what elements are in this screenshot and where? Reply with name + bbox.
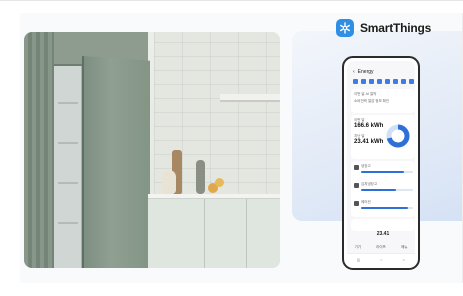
- screen-header: ‹ Energy: [347, 67, 415, 77]
- phone-mockup: ‹ Energy 이번 달 AI 절약 소비전력 절감 정보 확인 이번 달 1…: [342, 56, 420, 270]
- android-nav-bar: ||| ○ <: [347, 253, 415, 265]
- back-icon[interactable]: ‹: [353, 69, 355, 75]
- summary-card[interactable]: 이번 달 AI 절약 소비전력 절감 정보 확인: [351, 89, 415, 113]
- fridge-icon: [354, 165, 359, 170]
- fridge-shelf: [58, 182, 78, 184]
- usage-card[interactable]: 이번 달 166.6 kWh 지난 달 23.41 kWh: [351, 115, 415, 159]
- stat1-value: 166.6 kWh: [354, 123, 384, 129]
- tab-life[interactable]: 라이프: [376, 245, 386, 250]
- vase: [196, 160, 205, 194]
- fruit: [215, 178, 224, 187]
- fridge-shelf: [58, 102, 78, 104]
- range-hood: [220, 94, 280, 102]
- usage-donut: [386, 124, 410, 148]
- device-row-label: 냉장고: [361, 164, 371, 168]
- aircon-icon: [354, 201, 359, 206]
- recents-icon[interactable]: |||: [357, 257, 360, 262]
- fridge-shelf: [58, 142, 78, 144]
- fridge-door: [82, 56, 150, 268]
- footer-card: 23.41: [351, 219, 415, 237]
- phone-screen: ‹ Energy 이번 달 AI 절약 소비전력 절감 정보 확인 이번 달 1…: [347, 61, 415, 265]
- tab-devices[interactable]: 기기: [355, 245, 361, 250]
- device-row-label: 에어컨: [361, 200, 371, 204]
- home-icon[interactable]: ○: [380, 257, 382, 262]
- footer-value: 23.41: [376, 231, 390, 237]
- device-usage-bar: [361, 171, 404, 173]
- back-nav-icon[interactable]: <: [403, 257, 405, 262]
- tab-menu[interactable]: 메뉴: [401, 245, 407, 250]
- device-usage-card[interactable]: 냉장고 김치냉장고 에어컨: [351, 161, 415, 217]
- fridge-interior: [54, 66, 82, 268]
- device-tab-strip[interactable]: [353, 79, 414, 84]
- fridge-shelf: [58, 222, 78, 224]
- summary-label: 이번 달 AI 절약: [354, 92, 377, 96]
- kimchi-fridge-icon: [354, 183, 359, 188]
- lower-cabinet: [148, 199, 280, 268]
- kitchen-photo: [24, 32, 280, 268]
- stat2-value: 23.41 kWh: [354, 139, 384, 145]
- bottom-tabs: 기기 라이프 메뉴: [347, 242, 415, 252]
- screen-title: Energy: [357, 69, 374, 75]
- device-usage-bar: [361, 207, 408, 209]
- banner-frame: SmartThings ‹ Energy 이번 달 AI 절약 소비전력 절감 …: [0, 0, 463, 296]
- brand-name: SmartThings: [360, 21, 432, 35]
- smartthings-logo: SmartThings: [336, 19, 431, 37]
- vase: [162, 170, 176, 194]
- device-usage-bar: [361, 189, 397, 191]
- smartthings-snowflake-icon: [336, 19, 354, 37]
- summary-note: 소비전력 절감 정보 확인: [354, 99, 390, 103]
- fluted-cabinet: [24, 32, 54, 268]
- device-row-label: 김치냉장고: [361, 182, 378, 186]
